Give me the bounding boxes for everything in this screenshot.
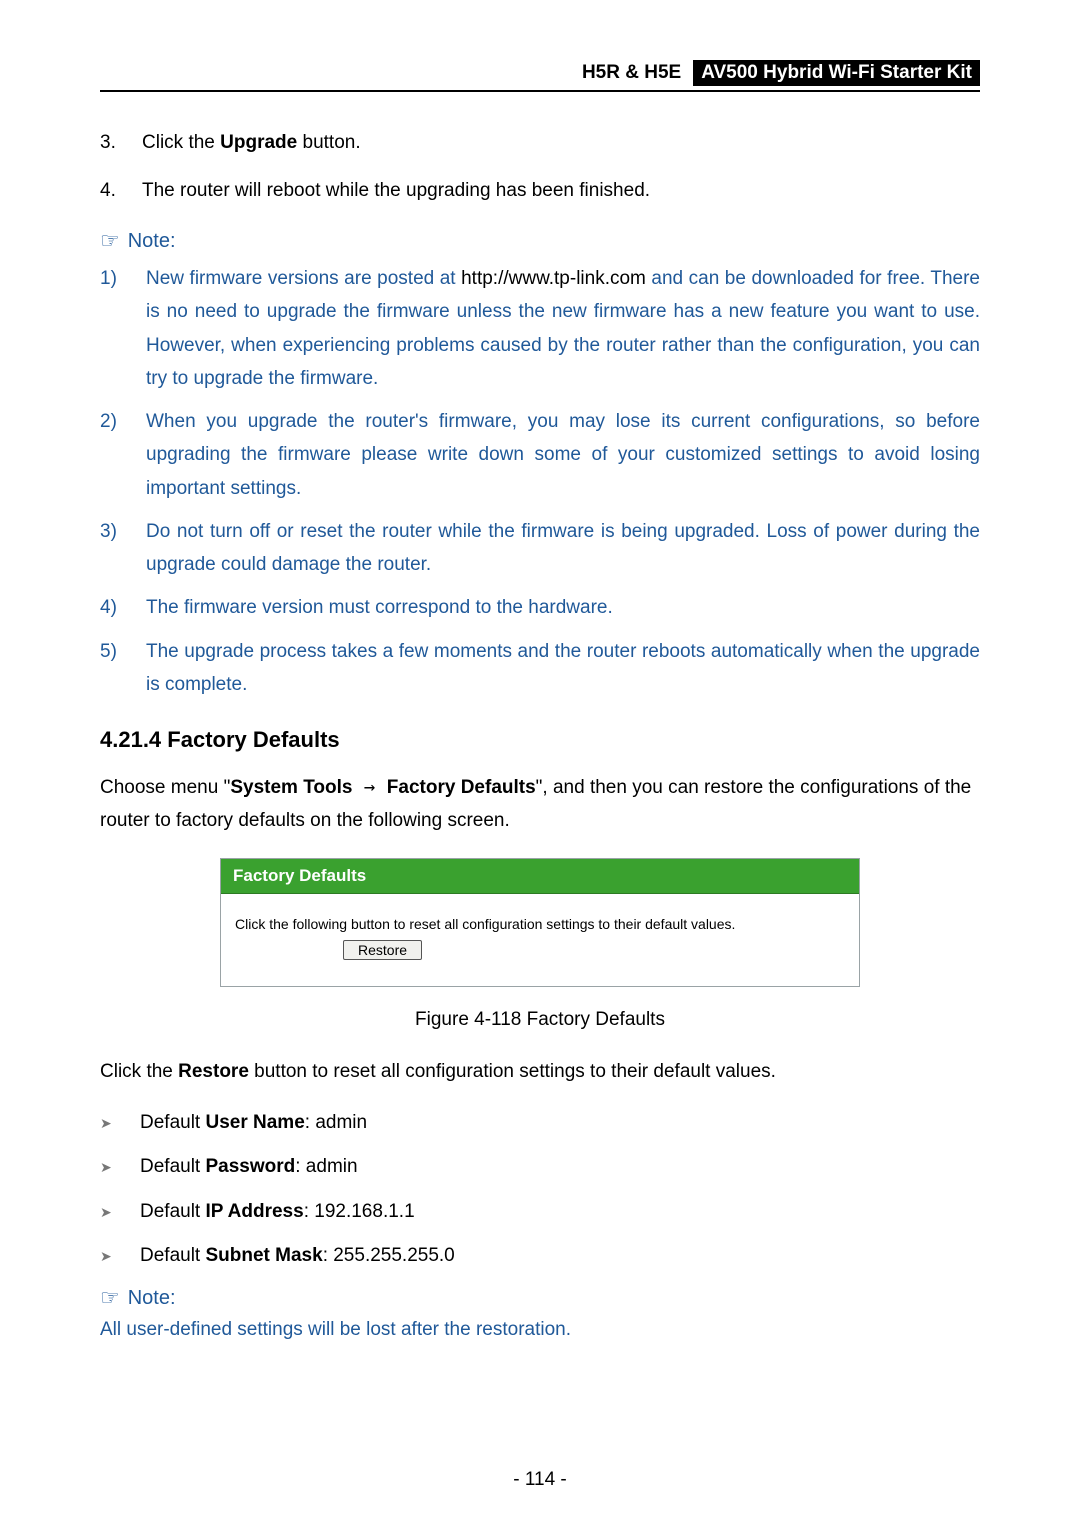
header-kit: AV500 Hybrid Wi-Fi Starter Kit (693, 60, 980, 86)
triangle-bullet-icon: ➤ (100, 1241, 120, 1271)
arrow-icon: → (352, 776, 386, 798)
step-item: 4. The router will reboot while the upgr… (100, 172, 980, 210)
choose-menu-paragraph: Choose menu "System Tools → Factory Defa… (100, 771, 980, 838)
section-heading: 4.21.4 Factory Defaults (100, 727, 980, 753)
default-line: Default Subnet Mask: 255.255.255.0 (140, 1241, 455, 1271)
default-line: Default Password: admin (140, 1152, 358, 1182)
restore-post: button to reset all configuration settin… (249, 1061, 776, 1082)
note-url[interactable]: http://www.tp-link.com (461, 268, 646, 289)
defaults-item: ➤ Default User Name: admin (100, 1108, 980, 1138)
step-text-post: button. (297, 132, 360, 153)
triangle-bullet-icon: ➤ (100, 1108, 120, 1138)
defaults-item: ➤ Default IP Address: 192.168.1.1 (100, 1197, 980, 1227)
step-number: 4. (100, 172, 124, 210)
d-post: : admin (295, 1156, 357, 1177)
note-number: 4) (100, 591, 124, 624)
note-body: Do not turn off or reset the router whil… (146, 515, 980, 582)
d-bold: IP Address (205, 1201, 303, 1222)
default-line: Default User Name: admin (140, 1108, 367, 1138)
d-pre: Default (140, 1201, 205, 1222)
note-number: 1) (100, 262, 124, 395)
panel-body-text: Click the following button to reset all … (235, 916, 845, 932)
defaults-item: ➤ Default Password: admin (100, 1152, 980, 1182)
step-text: Click the Upgrade button. (142, 124, 361, 162)
step-text: The router will reboot while the upgradi… (142, 172, 650, 210)
menu-factory-defaults: Factory Defaults (387, 777, 536, 798)
page-number: - 114 - (0, 1469, 1080, 1491)
d-post: : 255.255.255.0 (323, 1245, 455, 1266)
note-label: Note: (128, 230, 176, 253)
step-number: 3. (100, 124, 124, 162)
restore-pre: Click the (100, 1061, 178, 1082)
numbered-steps: 3. Click the Upgrade button. 4. The rout… (100, 124, 980, 210)
d-bold: Password (205, 1156, 295, 1177)
d-pre: Default (140, 1112, 205, 1133)
panel-title: Factory Defaults (221, 859, 859, 894)
note-item: 4) The firmware version must correspond … (100, 591, 980, 624)
d-bold: Subnet Mask (205, 1245, 322, 1266)
triangle-bullet-icon: ➤ (100, 1197, 120, 1227)
restore-intro: Click the Restore button to reset all co… (100, 1055, 980, 1088)
note-body: The firmware version must correspond to … (146, 591, 980, 624)
menu-system-tools: System Tools (230, 777, 352, 798)
step-item: 3. Click the Upgrade button. (100, 124, 980, 162)
note-label: Note: (128, 1287, 176, 1310)
d-pre: Default (140, 1156, 205, 1177)
defaults-list: ➤ Default User Name: admin ➤ Default Pas… (100, 1108, 980, 1272)
note-body: The upgrade process takes a few moments … (146, 635, 980, 702)
note-item: 3) Do not turn off or reset the router w… (100, 515, 980, 582)
note-number: 5) (100, 635, 124, 702)
note-body: New firmware versions are posted at http… (146, 262, 980, 395)
pointing-hand-icon: ☞ (100, 1285, 120, 1311)
note-number: 3) (100, 515, 124, 582)
para-pre: Choose menu " (100, 777, 230, 798)
pointing-hand-icon: ☞ (100, 228, 120, 254)
default-line: Default IP Address: 192.168.1.1 (140, 1197, 415, 1227)
factory-defaults-panel: Factory Defaults Click the following but… (220, 858, 860, 987)
restore-bold: Restore (178, 1061, 249, 1082)
step-text-bold: Upgrade (220, 132, 297, 153)
note-body: When you upgrade the router's firmware, … (146, 405, 980, 505)
note-heading-2: ☞ Note: (100, 1285, 980, 1311)
note-number: 2) (100, 405, 124, 505)
figure-caption: Figure 4-118 Factory Defaults (100, 1009, 980, 1031)
note-item: 5) The upgrade process takes a few momen… (100, 635, 980, 702)
note2-text: All user-defined settings will be lost a… (100, 1319, 980, 1341)
page-header: H5R & H5E AV500 Hybrid Wi-Fi Starter Kit (100, 60, 980, 92)
d-bold: User Name (205, 1112, 304, 1133)
d-post: : 192.168.1.1 (304, 1201, 415, 1222)
panel-body: Click the following button to reset all … (221, 894, 859, 986)
step-text-pre: Click the (142, 132, 220, 153)
defaults-item: ➤ Default Subnet Mask: 255.255.255.0 (100, 1241, 980, 1271)
note-item: 1) New firmware versions are posted at h… (100, 262, 980, 395)
header-model: H5R & H5E (582, 62, 681, 84)
note-heading: ☞ Note: (100, 228, 980, 254)
d-post: : admin (305, 1112, 367, 1133)
restore-button[interactable]: Restore (343, 940, 422, 960)
note-list: 1) New firmware versions are posted at h… (100, 262, 980, 701)
triangle-bullet-icon: ➤ (100, 1152, 120, 1182)
d-pre: Default (140, 1245, 205, 1266)
note-pre: New firmware versions are posted at (146, 268, 461, 289)
note-item: 2) When you upgrade the router's firmwar… (100, 405, 980, 505)
